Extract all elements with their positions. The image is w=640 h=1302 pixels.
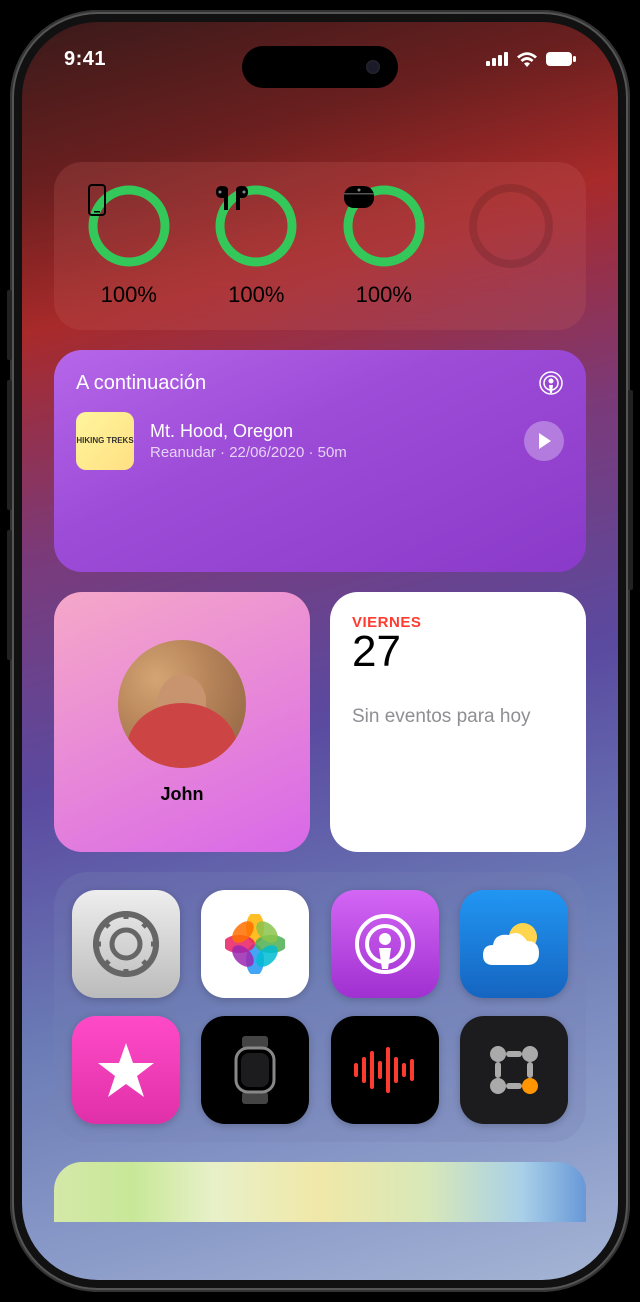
contact-avatar — [118, 640, 246, 768]
wifi-icon — [516, 51, 538, 67]
calendar-date: 27 — [352, 627, 564, 677]
calculator-icon — [484, 1040, 544, 1100]
star-icon — [96, 1041, 156, 1099]
volume-up-button[interactable] — [7, 380, 12, 510]
status-time: 9:41 — [64, 48, 106, 71]
contact-name: John — [161, 784, 204, 805]
status-icons — [486, 51, 576, 67]
calculator-app-icon[interactable] — [460, 1016, 568, 1124]
weather-app-icon[interactable] — [460, 890, 568, 998]
podcasts-widget[interactable]: A continuación HIKING TREKS Mt. Hood, Or… — [54, 350, 586, 572]
volume-down-button[interactable] — [7, 530, 12, 660]
phone-icon — [87, 184, 107, 216]
podcast-episode-title: Mt. Hood, Oregon — [150, 421, 508, 442]
podcast-episode-meta: Reanudar · 22/06/2020 · 50m — [150, 444, 508, 461]
battery-pct-case: 100% — [356, 282, 412, 308]
front-camera-icon — [366, 60, 380, 74]
phone-screen: 9:41 100% — [22, 22, 618, 1280]
itunes-store-app-icon[interactable] — [72, 1016, 180, 1124]
battery-pct-airpods: 100% — [228, 282, 284, 308]
battery-item-phone: 100% — [72, 184, 186, 308]
calendar-widget[interactable]: VIERNES 27 Sin eventos para hoy — [330, 592, 586, 852]
play-icon — [537, 433, 551, 449]
weather-icon — [479, 917, 549, 971]
battery-item-empty — [455, 184, 569, 308]
settings-app-icon[interactable] — [72, 890, 180, 998]
airpods-case-icon — [342, 184, 376, 210]
home-screen-content: 100% 100% 100% — [54, 162, 586, 1280]
contact-widget[interactable]: John — [54, 592, 310, 852]
waveform-icon — [350, 1045, 420, 1095]
phone-frame: 9:41 100% — [10, 10, 630, 1292]
watch-icon — [230, 1034, 280, 1106]
battery-icon — [546, 52, 576, 66]
photos-flower-icon — [225, 914, 285, 974]
podcasts-app-launcher-icon[interactable] — [331, 890, 439, 998]
podcasts-icon — [352, 911, 418, 977]
cellular-icon — [486, 52, 508, 66]
battery-item-airpods: 100% — [200, 184, 314, 308]
voice-memos-app-icon[interactable] — [331, 1016, 439, 1124]
watch-app-icon[interactable] — [201, 1016, 309, 1124]
gear-icon — [91, 909, 161, 979]
mute-switch[interactable] — [7, 290, 12, 360]
battery-item-case: 100% — [327, 184, 441, 308]
calendar-events: Sin eventos para hoy — [352, 705, 564, 730]
podcasts-app-icon — [538, 370, 564, 396]
play-button[interactable] — [524, 421, 564, 461]
podcast-widget-header: A continuación — [76, 372, 206, 395]
battery-pct-phone: 100% — [101, 282, 157, 308]
podcast-artwork: HIKING TREKS — [76, 412, 134, 470]
app-folder[interactable] — [54, 872, 586, 1142]
power-button[interactable] — [628, 390, 633, 590]
maps-widget[interactable] — [54, 1162, 586, 1222]
photos-app-icon[interactable] — [201, 890, 309, 998]
batteries-widget[interactable]: 100% 100% 100% — [54, 162, 586, 330]
dynamic-island[interactable] — [242, 46, 398, 88]
airpods-icon — [214, 184, 250, 212]
